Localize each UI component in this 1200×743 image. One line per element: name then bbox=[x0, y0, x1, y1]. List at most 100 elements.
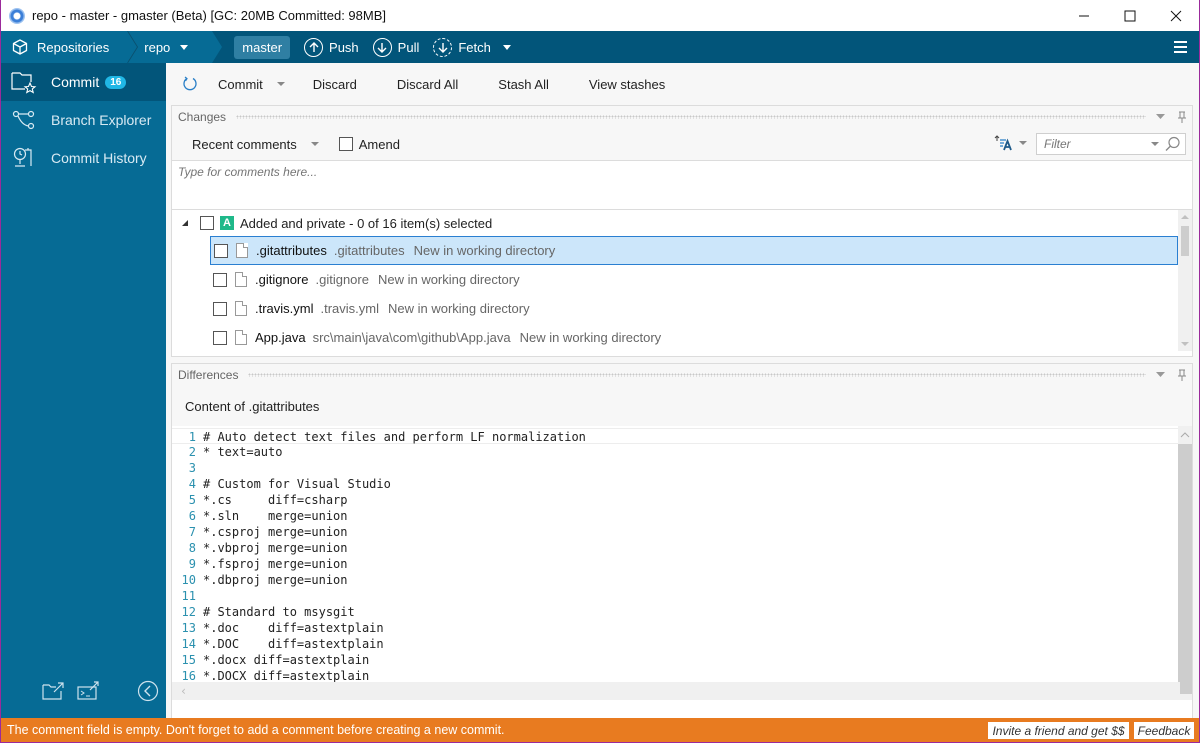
open-folder-external-button[interactable] bbox=[42, 680, 66, 702]
line-number: 12 bbox=[181, 605, 196, 619]
diff-content-title: Content of .gitattributes bbox=[172, 386, 1192, 426]
scroll-up-icon[interactable] bbox=[1180, 432, 1190, 438]
changes-options-row: Recent comments Amend bbox=[172, 128, 1192, 160]
search-icon[interactable] bbox=[1165, 136, 1181, 152]
fetch-label: Fetch bbox=[458, 39, 491, 55]
discard-button[interactable]: Discard bbox=[305, 77, 377, 92]
added-status-badge: A bbox=[220, 216, 234, 230]
scroll-left-icon[interactable]: ‹ bbox=[180, 684, 187, 698]
filter-history-dropdown[interactable] bbox=[1151, 142, 1159, 146]
amend-checkbox[interactable]: Amend bbox=[338, 137, 400, 152]
pull-label: Pull bbox=[397, 39, 420, 55]
feedback-button[interactable]: Feedback bbox=[1134, 722, 1194, 739]
sort-button[interactable] bbox=[994, 135, 1027, 151]
line-text: *.doc diff=astextplain bbox=[203, 621, 384, 635]
file-name: App.java bbox=[255, 330, 306, 345]
filter-field[interactable] bbox=[1036, 133, 1186, 155]
title-bar: repo - master - gmaster (Beta) [GC: 20MB… bbox=[1, 0, 1199, 31]
recent-comments-dropdown[interactable]: Recent comments bbox=[192, 137, 319, 152]
scrollbar-thumb[interactable] bbox=[1178, 444, 1192, 694]
line-text: *.dbproj merge=union bbox=[203, 573, 348, 587]
scrollbar-thumb[interactable] bbox=[1181, 226, 1189, 256]
file-checkbox[interactable] bbox=[214, 243, 228, 258]
sidebar-item-label: Commit bbox=[51, 74, 100, 90]
view-stashes-button[interactable]: View stashes bbox=[569, 77, 685, 92]
chevron-down-icon bbox=[310, 142, 319, 146]
file-checkbox[interactable] bbox=[213, 330, 227, 345]
file-row[interactable]: .travis.yml .travis.yml New in working dir… bbox=[210, 294, 1178, 323]
push-button[interactable]: Push bbox=[304, 37, 359, 57]
file-status: New in working directory bbox=[519, 330, 662, 345]
code-line: 13 *.doc diff=astextplain bbox=[172, 620, 1192, 636]
refresh-button[interactable] bbox=[180, 74, 200, 94]
invite-friend-button[interactable]: Invite a friend and get $$ bbox=[988, 722, 1129, 739]
group-label: Added and private - 0 of 16 item(s) sele… bbox=[240, 215, 493, 231]
file-icon bbox=[235, 301, 247, 316]
pull-button[interactable]: Pull bbox=[372, 37, 420, 57]
commit-button[interactable]: Commit bbox=[200, 77, 305, 92]
open-terminal-button[interactable] bbox=[77, 680, 101, 702]
collapse-sidebar-button[interactable] bbox=[136, 680, 160, 702]
code-line: 12 # Standard to msysgit bbox=[172, 604, 1192, 620]
file-path: .gitignore bbox=[315, 272, 369, 287]
close-button[interactable] bbox=[1153, 0, 1199, 31]
comment-area bbox=[172, 160, 1192, 210]
code-horizontal-scrollbar[interactable]: ‹ bbox=[172, 682, 1180, 700]
line-number: 15 bbox=[181, 653, 196, 667]
filter-input[interactable] bbox=[1037, 137, 1151, 151]
fetch-options-dropdown[interactable] bbox=[502, 44, 511, 50]
panel-dropdown-icon[interactable] bbox=[1156, 114, 1165, 120]
refresh-icon bbox=[183, 76, 197, 91]
pin-icon[interactable] bbox=[1178, 369, 1186, 381]
file-path: src\main\java\com\github\App.java bbox=[312, 330, 511, 345]
status-bar: The comment field is empty. Don't forget… bbox=[1, 718, 1199, 742]
sidebar-item-label: Commit History bbox=[51, 150, 147, 166]
discard-all-button[interactable]: Discard All bbox=[377, 77, 478, 92]
code-line: 15 *.docx diff=astextplain bbox=[172, 652, 1192, 668]
minimize-button[interactable] bbox=[1061, 0, 1107, 31]
file-row[interactable]: App.java src\main\java\com\github\App.jav… bbox=[210, 323, 1178, 352]
commit-history-icon bbox=[11, 146, 37, 170]
line-number: 9 bbox=[188, 557, 196, 571]
scroll-up-icon[interactable] bbox=[1181, 215, 1189, 219]
stash-all-button[interactable]: Stash All bbox=[478, 77, 569, 92]
code-viewer: 1 # Auto detect text files and perform LF… bbox=[172, 426, 1192, 700]
pin-icon[interactable] bbox=[1178, 111, 1186, 123]
sidebar-item-branch-explorer[interactable]: Branch Explorer bbox=[1, 101, 166, 139]
fetch-button[interactable]: Fetch bbox=[433, 37, 491, 57]
line-number: 8 bbox=[188, 541, 196, 555]
file-path: .travis.yml bbox=[320, 301, 380, 316]
app-window: repo - master - gmaster (Beta) [GC: 20MB… bbox=[1, 0, 1199, 742]
file-row[interactable]: .gitignore .gitignore New in working direc… bbox=[210, 265, 1178, 294]
expand-collapse-icon[interactable] bbox=[182, 220, 188, 226]
line-number: 11 bbox=[181, 589, 196, 603]
repositories-breadcrumb[interactable]: Repositories bbox=[1, 31, 139, 63]
open-folder-external-icon bbox=[42, 682, 64, 700]
line-number: 3 bbox=[188, 461, 196, 475]
maximize-button[interactable] bbox=[1107, 0, 1153, 31]
file-checkbox[interactable] bbox=[213, 272, 227, 287]
file-name: .gitattributes bbox=[256, 243, 327, 258]
sidebar-item-commit-history[interactable]: Commit History bbox=[1, 139, 166, 177]
scroll-down-icon[interactable] bbox=[1181, 342, 1189, 346]
group-checkbox[interactable] bbox=[200, 216, 214, 230]
file-row[interactable]: .gitattributes .gitattributes New in worki… bbox=[210, 236, 1178, 265]
commit-comment-input[interactable] bbox=[172, 161, 1192, 209]
changes-panel: Changes Recent comments Amend Filter Typ… bbox=[171, 105, 1193, 357]
hamburger-menu-button[interactable] bbox=[1174, 41, 1187, 56]
changes-vertical-scrollbar[interactable] bbox=[1178, 210, 1192, 351]
file-checkbox[interactable] bbox=[213, 301, 227, 316]
added-private-group[interactable]: A Added and private - 0 of 16 item(s) se… bbox=[172, 210, 1192, 236]
code-vertical-scrollbar[interactable] bbox=[1178, 426, 1192, 700]
push-arrow-up-icon bbox=[304, 37, 324, 57]
panel-dropdown-icon[interactable] bbox=[1156, 372, 1165, 378]
sidebar: Commit 16 Branch Explorer Commit History bbox=[1, 63, 166, 718]
repo-breadcrumb-dropdown[interactable]: repo bbox=[128, 31, 223, 63]
code-line: 2 * text=auto bbox=[172, 444, 1192, 460]
collapse-sidebar-icon bbox=[137, 680, 159, 702]
amend-checkbox-box[interactable] bbox=[338, 137, 353, 151]
branch-button[interactable]: master bbox=[234, 35, 291, 59]
line-number: 4 bbox=[188, 477, 196, 491]
commit-options-dropdown[interactable] bbox=[276, 82, 285, 86]
sidebar-item-commit[interactable]: Commit 16 bbox=[1, 63, 166, 101]
